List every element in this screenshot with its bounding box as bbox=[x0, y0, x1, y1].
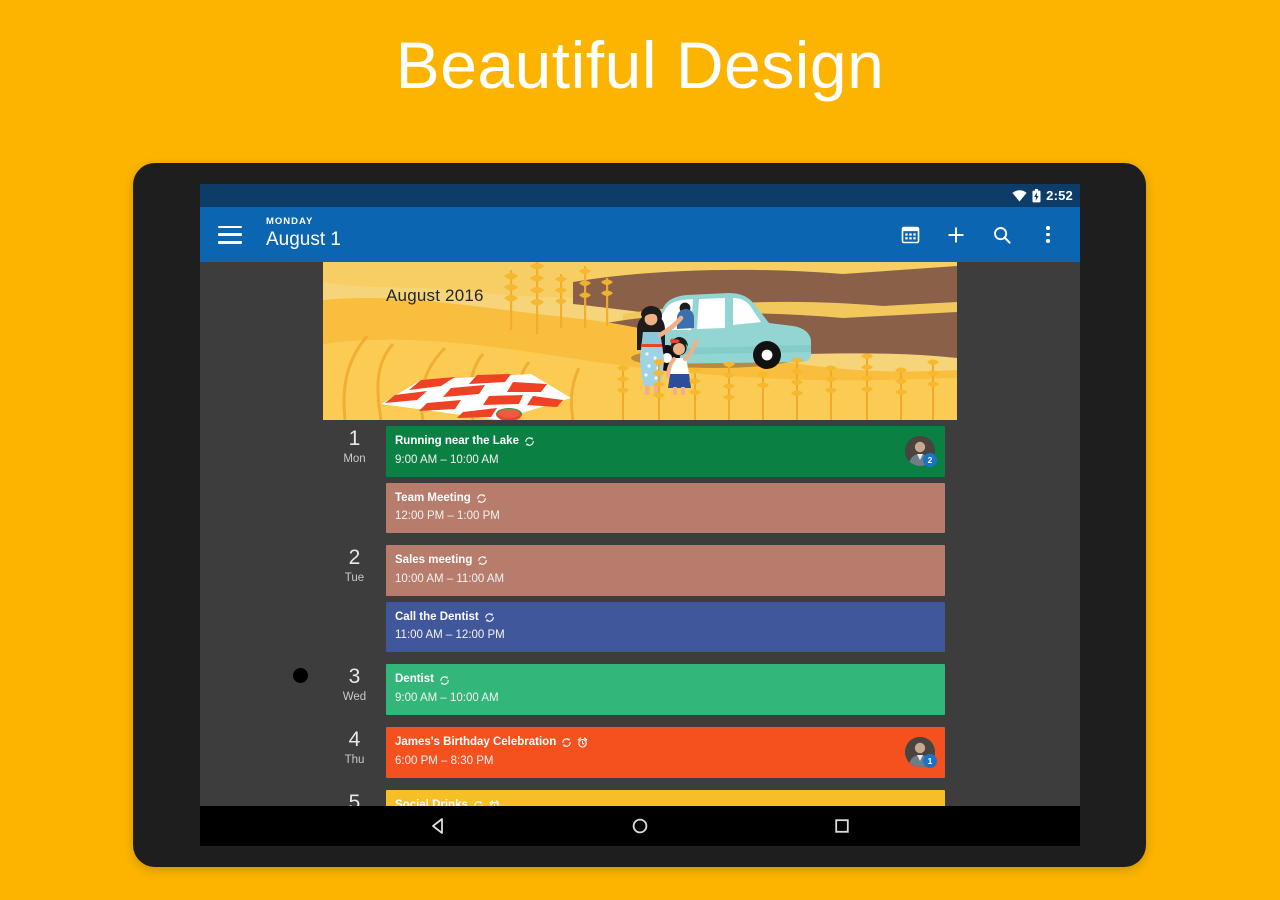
recurring-icon bbox=[476, 493, 487, 504]
event-title: Sales meeting bbox=[395, 553, 472, 569]
recurring-icon bbox=[439, 675, 450, 686]
event-time: 9:00 AM – 10:00 AM bbox=[395, 690, 933, 706]
event-attendees[interactable]: 1 bbox=[905, 737, 935, 767]
agenda-day-row: 3Wed Dentist 9:00 AM – 10:00 AM bbox=[323, 658, 957, 721]
event-title-row: Call the Dentist bbox=[395, 610, 933, 626]
day-events: Running near the Lake 9:00 AM – 10:00 AM2… bbox=[386, 420, 957, 539]
day-events: Dentist 9:00 AM – 10:00 AM bbox=[386, 658, 957, 721]
attendee-count-badge: 1 bbox=[923, 754, 937, 768]
recurring-icon bbox=[561, 737, 572, 748]
day-number: 4 bbox=[349, 729, 361, 751]
tablet-screen: 2:52 MONDAY August 1 bbox=[200, 184, 1080, 846]
attendee-count-badge: 2 bbox=[923, 453, 937, 467]
event-time: 9:00 AM – 10:00 AM bbox=[395, 452, 933, 468]
status-bar: 2:52 bbox=[200, 184, 1080, 207]
status-bar-clock: 2:52 bbox=[1046, 189, 1073, 202]
month-label: August 2016 bbox=[386, 286, 484, 306]
calendar-event[interactable]: James's Birthday Celebration 6:00 PM – 8:… bbox=[386, 727, 945, 778]
day-events: James's Birthday Celebration 6:00 PM – 8:… bbox=[386, 721, 957, 784]
day-name: Thu bbox=[345, 752, 365, 768]
event-title-row: Sales meeting bbox=[395, 553, 933, 569]
event-title: Running near the Lake bbox=[395, 434, 519, 450]
hamburger-menu-icon[interactable] bbox=[218, 226, 242, 244]
home-button[interactable] bbox=[627, 813, 653, 839]
event-time: 11:00 AM – 12:00 PM bbox=[395, 627, 933, 643]
agenda-day-row: 2Tue Sales meeting 10:00 AM – 11:00 AM Call… bbox=[323, 539, 957, 658]
page-title: Beautiful Design bbox=[0, 32, 1280, 98]
android-nav-bar bbox=[200, 806, 1080, 846]
event-time: 10:00 AM – 11:00 AM bbox=[395, 571, 933, 587]
wifi-icon bbox=[1012, 190, 1027, 202]
day-date-cell: 3Wed bbox=[323, 658, 386, 705]
event-time: 12:00 PM – 1:00 PM bbox=[395, 508, 933, 524]
overflow-menu-icon[interactable] bbox=[1036, 223, 1060, 247]
calendar-event[interactable]: Call the Dentist11:00 AM – 12:00 PM bbox=[386, 602, 945, 653]
calendar-event[interactable]: Sales meeting 10:00 AM – 11:00 AM bbox=[386, 545, 945, 596]
app-bar-subtitle: MONDAY bbox=[266, 217, 341, 228]
recurring-icon bbox=[477, 555, 488, 566]
recurring-icon bbox=[484, 612, 495, 623]
event-title: Dentist bbox=[395, 672, 434, 688]
event-time: 6:00 PM – 8:30 PM bbox=[395, 753, 933, 769]
alarm-icon bbox=[577, 737, 588, 748]
agenda-day-row: 1Mon Running near the Lake 9:00 AM – 10:00… bbox=[323, 420, 957, 539]
calendar-event[interactable]: Dentist 9:00 AM – 10:00 AM bbox=[386, 664, 945, 715]
day-number: 2 bbox=[349, 547, 361, 569]
agenda-content: August 2016 1MonRunning near the Lake9:0… bbox=[200, 262, 1080, 846]
day-date-cell: 2Tue bbox=[323, 539, 386, 586]
event-title-row: Running near the Lake bbox=[395, 434, 933, 450]
today-icon[interactable] bbox=[898, 223, 922, 247]
day-name: Wed bbox=[343, 689, 366, 705]
event-attendees[interactable]: 2 bbox=[905, 436, 935, 466]
recents-button[interactable] bbox=[829, 813, 855, 839]
day-name: Tue bbox=[345, 570, 364, 586]
calendar-event[interactable]: Running near the Lake 9:00 AM – 10:00 AM2 bbox=[386, 426, 945, 477]
event-title: Call the Dentist bbox=[395, 610, 479, 626]
day-date-cell: 4Thu bbox=[323, 721, 386, 768]
agenda-day-list: 1MonRunning near the Lake9:00 AM – 10:00… bbox=[323, 420, 957, 846]
event-title-row: Dentist bbox=[395, 672, 933, 688]
app-bar-title: August 1 bbox=[266, 229, 341, 252]
event-title-row: James's Birthday Celebration bbox=[395, 735, 933, 751]
month-hero-illustration: August 2016 bbox=[323, 262, 957, 420]
day-events: Sales meeting 10:00 AM – 11:00 AM Call the… bbox=[386, 539, 957, 658]
day-number: 1 bbox=[349, 428, 361, 450]
app-bar: MONDAY August 1 bbox=[200, 207, 1080, 262]
recurring-icon bbox=[524, 436, 535, 447]
agenda-column: August 2016 1MonRunning near the Lake9:0… bbox=[323, 262, 957, 846]
battery-charging-icon bbox=[1032, 189, 1041, 203]
day-name: Mon bbox=[343, 451, 365, 467]
add-icon[interactable] bbox=[944, 223, 968, 247]
app-bar-actions bbox=[898, 223, 1070, 247]
back-button[interactable] bbox=[425, 813, 451, 839]
front-camera-icon bbox=[293, 668, 308, 683]
event-title: Team Meeting bbox=[395, 491, 471, 507]
event-title-row: Team Meeting bbox=[395, 491, 933, 507]
calendar-event[interactable]: Team Meeting12:00 PM – 1:00 PM bbox=[386, 483, 945, 534]
day-number: 3 bbox=[349, 666, 361, 688]
search-icon[interactable] bbox=[990, 223, 1014, 247]
agenda-day-row: 4Thu James's Birthday Celebration 6:00 PM … bbox=[323, 721, 957, 784]
day-date-cell: 1Mon bbox=[323, 420, 386, 467]
event-title: James's Birthday Celebration bbox=[395, 735, 556, 751]
app-bar-title-block[interactable]: MONDAY August 1 bbox=[266, 217, 341, 252]
